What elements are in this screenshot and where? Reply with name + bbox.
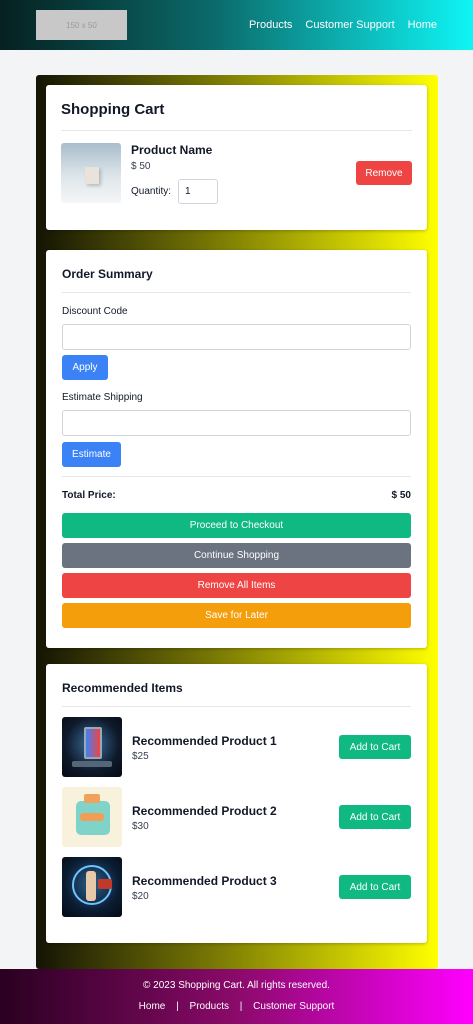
cart-title: Shopping Cart bbox=[61, 101, 165, 118]
site-footer: © 2023 Shopping Cart. All rights reserve… bbox=[0, 969, 473, 1024]
proceed-to-checkout-button[interactable]: Proceed to Checkout bbox=[62, 513, 411, 538]
gradient-container: Shopping Cart Product Name $ 50 Quantity… bbox=[36, 75, 438, 969]
total-price-value: $ 50 bbox=[391, 490, 411, 501]
divider bbox=[61, 130, 412, 131]
site-header: 150 x 50 Products Customer Support Home bbox=[0, 0, 473, 50]
quantity-label: Quantity: bbox=[131, 186, 172, 197]
footer-separator: | bbox=[239, 1001, 243, 1012]
shopping-cart-card: Shopping Cart Product Name $ 50 Quantity… bbox=[46, 85, 427, 230]
footer-link-home[interactable]: Home bbox=[139, 1001, 166, 1012]
nav-link-customer-support[interactable]: Customer Support bbox=[305, 19, 394, 31]
nav-link-products[interactable]: Products bbox=[249, 19, 292, 31]
nav-link-home[interactable]: Home bbox=[408, 19, 437, 31]
quantity-input[interactable]: 1 bbox=[178, 179, 218, 204]
product-image bbox=[61, 143, 121, 203]
recommended-product-1-image bbox=[62, 717, 122, 777]
add-to-cart-button-3[interactable]: Add to Cart bbox=[339, 875, 411, 899]
recommended-title: Recommended Items bbox=[62, 681, 183, 695]
shipping-input[interactable] bbox=[62, 410, 411, 436]
estimate-button[interactable]: Estimate bbox=[62, 442, 121, 467]
recommended-product-3-price: $20 bbox=[132, 891, 149, 902]
divider bbox=[62, 476, 411, 477]
summary-title: Order Summary bbox=[62, 267, 153, 281]
footer-link-products[interactable]: Products bbox=[190, 1001, 229, 1012]
logo-placeholder: 150 x 50 bbox=[36, 10, 127, 40]
remove-button[interactable]: Remove bbox=[356, 161, 412, 185]
product-price: $ 50 bbox=[131, 161, 151, 172]
total-price-label: Total Price: bbox=[62, 490, 116, 501]
add-to-cart-button-1[interactable]: Add to Cart bbox=[339, 735, 411, 759]
order-summary-card: Order Summary Discount Code Apply Estima… bbox=[46, 250, 427, 648]
recommended-product-2-price: $30 bbox=[132, 821, 149, 832]
save-for-later-button[interactable]: Save for Later bbox=[62, 603, 411, 628]
divider bbox=[62, 292, 411, 293]
continue-shopping-button[interactable]: Continue Shopping bbox=[62, 543, 411, 568]
recommended-product-3-image bbox=[62, 857, 122, 917]
discount-code-input[interactable] bbox=[62, 324, 411, 350]
remove-all-items-button[interactable]: Remove All Items bbox=[62, 573, 411, 598]
product-name: Product Name bbox=[131, 143, 213, 157]
copyright-text: © 2023 Shopping Cart. All rights reserve… bbox=[143, 980, 330, 991]
divider bbox=[62, 706, 411, 707]
footer-links: Home | Products | Customer Support bbox=[0, 1001, 473, 1012]
discount-code-label: Discount Code bbox=[62, 306, 128, 317]
recommended-product-1-name: Recommended Product 1 bbox=[132, 734, 277, 748]
recommended-product-1-price: $25 bbox=[132, 751, 149, 762]
apply-button[interactable]: Apply bbox=[62, 355, 108, 380]
recommended-product-2-image bbox=[62, 787, 122, 847]
add-to-cart-button-2[interactable]: Add to Cart bbox=[339, 805, 411, 829]
recommended-items-card: Recommended Items Recommended Product 1 … bbox=[46, 664, 427, 943]
recommended-product-2-name: Recommended Product 2 bbox=[132, 804, 277, 818]
recommended-product-3-name: Recommended Product 3 bbox=[132, 874, 277, 888]
footer-separator: | bbox=[176, 1001, 179, 1012]
estimate-shipping-label: Estimate Shipping bbox=[62, 392, 143, 403]
main-nav: Products Customer Support Home bbox=[249, 0, 437, 50]
footer-link-customer-support[interactable]: Customer Support bbox=[253, 1001, 334, 1012]
